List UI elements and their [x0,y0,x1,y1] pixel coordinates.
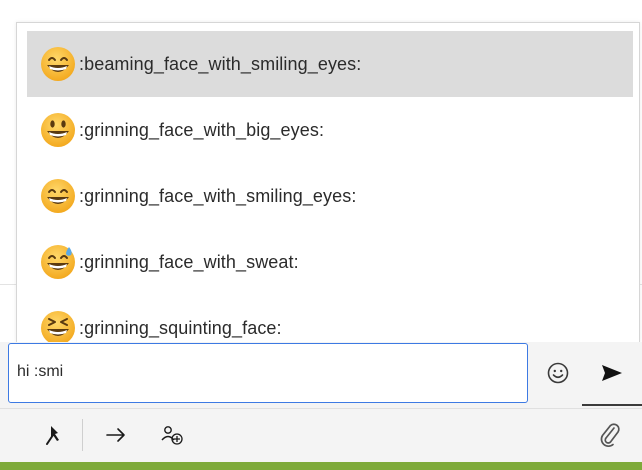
emoji-suggestion-item[interactable]: :grinning_face_with_smiling_eyes: [27,163,633,229]
grinning-face-smiling-eyes-emoji-icon [39,177,77,215]
emoji-suggestion-item[interactable]: :grinning_face_with_big_eyes: [27,97,633,163]
message-input[interactable] [17,358,517,386]
grinning-face-sweat-emoji-icon [39,243,77,281]
bottom-accent-bar [0,462,642,470]
emoji-code: :grinning_face_with_sweat: [79,251,299,272]
paperclip-icon[interactable] [596,421,624,449]
emoji-suggestion-item[interactable]: :grinning_face_with_sweat: [27,229,633,295]
emoji-code: :beaming_face_with_smiling_eyes: [79,53,362,74]
send-icon[interactable] [598,360,626,386]
composer-toolbar [0,408,642,462]
emoji-code: :grinning_face_with_smiling_eyes: [79,185,357,206]
message-input-wrapper [8,343,528,403]
add-participant-icon[interactable] [158,421,186,449]
smiley-icon[interactable] [545,360,571,386]
message-composer [0,342,642,408]
emoji-code: :grinning_face_with_big_eyes: [79,119,325,140]
emoji-suggestion-item[interactable]: :grinning_squinting_face: [27,295,633,343]
pin-icon[interactable] [40,421,68,449]
send-underline [582,404,642,406]
grinning-squinting-face-emoji-icon [39,309,77,343]
toolbar-separator [82,419,83,451]
emoji-suggestion-popup: :beaming_face_with_smiling_eyes: :grinni… [16,22,640,343]
emoji-suggestion-item[interactable]: :beaming_face_with_smiling_eyes: [27,31,633,97]
grinning-face-big-eyes-emoji-icon [39,111,77,149]
arrow-right-icon[interactable] [102,421,130,449]
beaming-face-emoji-icon [39,45,77,83]
emoji-code: :grinning_squinting_face: [79,317,282,338]
